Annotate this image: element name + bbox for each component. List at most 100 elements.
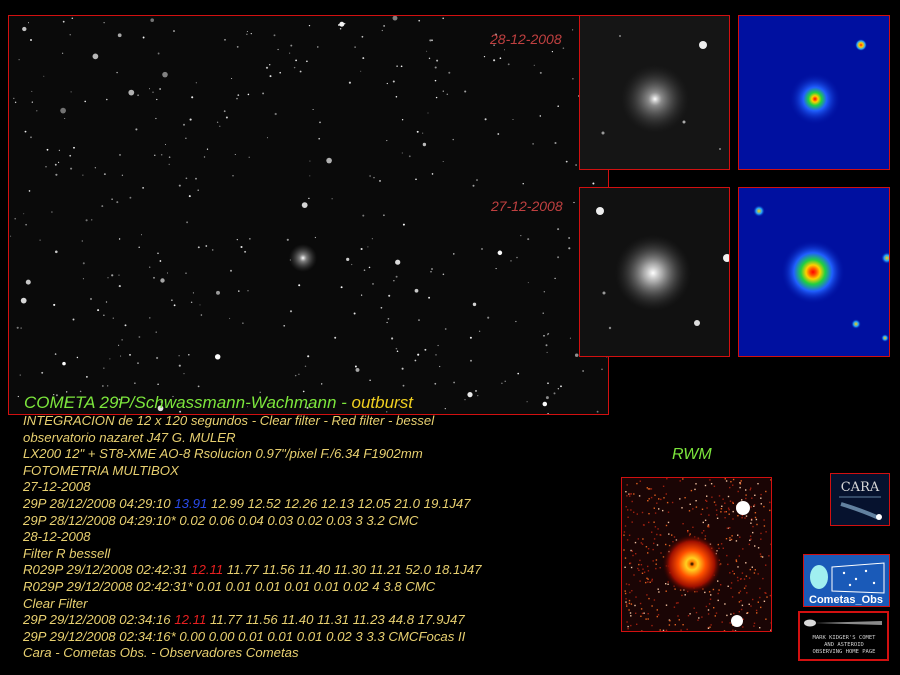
star	[448, 71, 451, 74]
noise-pixel	[708, 591, 711, 593]
noise-pixel	[741, 499, 743, 501]
noise-pixel	[704, 484, 707, 487]
noise-pixel	[755, 518, 758, 521]
noise-pixel	[645, 618, 647, 620]
star	[70, 91, 72, 93]
noise-pixel	[660, 534, 662, 536]
noise-pixel	[770, 622, 771, 624]
info-line-highlight: 12.11	[191, 562, 224, 578]
info-line-post: 12.99 12.52 12.26 12.13 12.05 21.0 19.1J…	[207, 495, 471, 511]
star	[150, 18, 154, 22]
star	[568, 247, 571, 250]
cometas-obs-text: Cometas_Obs	[809, 594, 883, 606]
main-starfield-image	[8, 15, 609, 415]
noise-pixel	[757, 547, 760, 549]
star	[501, 382, 503, 385]
noise-pixel	[720, 543, 723, 545]
noise-pixel	[759, 596, 761, 599]
star	[601, 368, 603, 371]
noise-pixel	[647, 613, 649, 615]
star	[434, 79, 437, 82]
noise-pixel	[668, 624, 671, 626]
star	[225, 116, 228, 119]
star	[164, 143, 167, 146]
noise-pixel	[641, 572, 644, 574]
noise-pixel	[651, 578, 653, 581]
star	[416, 130, 419, 133]
photometry-info: INTEGRACION de 12 x 120 segundos - Clear…	[23, 413, 482, 662]
star	[469, 336, 472, 339]
star	[185, 177, 188, 180]
noise-pixel	[659, 567, 661, 569]
noise-pixel	[759, 553, 762, 555]
cometas-obs-logo[interactable]: Cometas_Obs	[803, 554, 890, 607]
star	[319, 121, 321, 124]
star	[265, 66, 269, 69]
star	[434, 66, 437, 69]
noise-pixel	[682, 523, 684, 525]
info-line: Cara - Cometas Obs. - Observadores Comet…	[23, 645, 482, 662]
star	[547, 332, 550, 335]
kidger-logo[interactable]: MARK KIDGER'S COMET AND ASTEROID OBSERVI…	[798, 611, 889, 661]
star	[484, 118, 487, 121]
noise-pixel	[748, 603, 750, 605]
star	[141, 234, 142, 236]
noise-pixel	[665, 590, 667, 592]
star	[58, 161, 60, 163]
noise-pixel	[647, 500, 649, 502]
noise-pixel	[706, 507, 708, 509]
noise-pixel	[729, 622, 731, 624]
noise-pixel	[708, 514, 710, 516]
noise-pixel	[645, 546, 648, 548]
noise-pixel	[753, 622, 756, 624]
star	[138, 246, 140, 249]
star	[173, 30, 175, 32]
noise-pixel	[751, 497, 753, 499]
star	[30, 136, 32, 139]
star	[401, 152, 403, 154]
noise-pixel	[730, 582, 733, 584]
star	[73, 146, 75, 149]
noise-pixel	[667, 521, 670, 524]
info-line: 27-12-2008	[23, 479, 482, 496]
star	[373, 176, 375, 179]
star	[363, 269, 366, 271]
noise-pixel	[665, 604, 668, 606]
noise-pixel	[636, 513, 638, 515]
star	[190, 301, 193, 304]
cara-logo[interactable]: CARA	[830, 473, 890, 526]
star	[197, 246, 200, 249]
noise-pixel	[760, 538, 762, 540]
noise-pixel	[658, 508, 660, 510]
star	[368, 266, 371, 269]
noise-pixel	[653, 538, 656, 540]
noise-pixel	[754, 569, 756, 571]
noise-pixel	[631, 500, 633, 503]
star	[153, 276, 155, 279]
noise-pixel	[763, 505, 765, 508]
noise-pixel	[703, 530, 705, 532]
noise-pixel	[643, 571, 646, 573]
star	[203, 156, 206, 158]
star	[562, 47, 565, 49]
star	[58, 149, 61, 152]
noise-pixel	[657, 614, 660, 616]
star	[307, 355, 310, 358]
noise-pixel	[655, 563, 657, 565]
star	[436, 59, 439, 62]
noise-pixel	[760, 606, 762, 609]
star	[547, 382, 549, 385]
noise-pixel	[630, 615, 632, 617]
noise-pixel	[706, 495, 708, 497]
noise-pixel	[715, 504, 717, 506]
info-line-text: FOTOMETRIA MULTIBOX	[23, 462, 179, 478]
star	[36, 110, 38, 112]
noise-pixel	[648, 498, 650, 500]
noise-pixel	[761, 556, 764, 558]
star	[478, 330, 481, 332]
star	[575, 164, 578, 166]
star	[266, 137, 269, 139]
noise-pixel	[745, 585, 747, 587]
star	[592, 182, 595, 185]
noise-pixel	[640, 608, 643, 610]
